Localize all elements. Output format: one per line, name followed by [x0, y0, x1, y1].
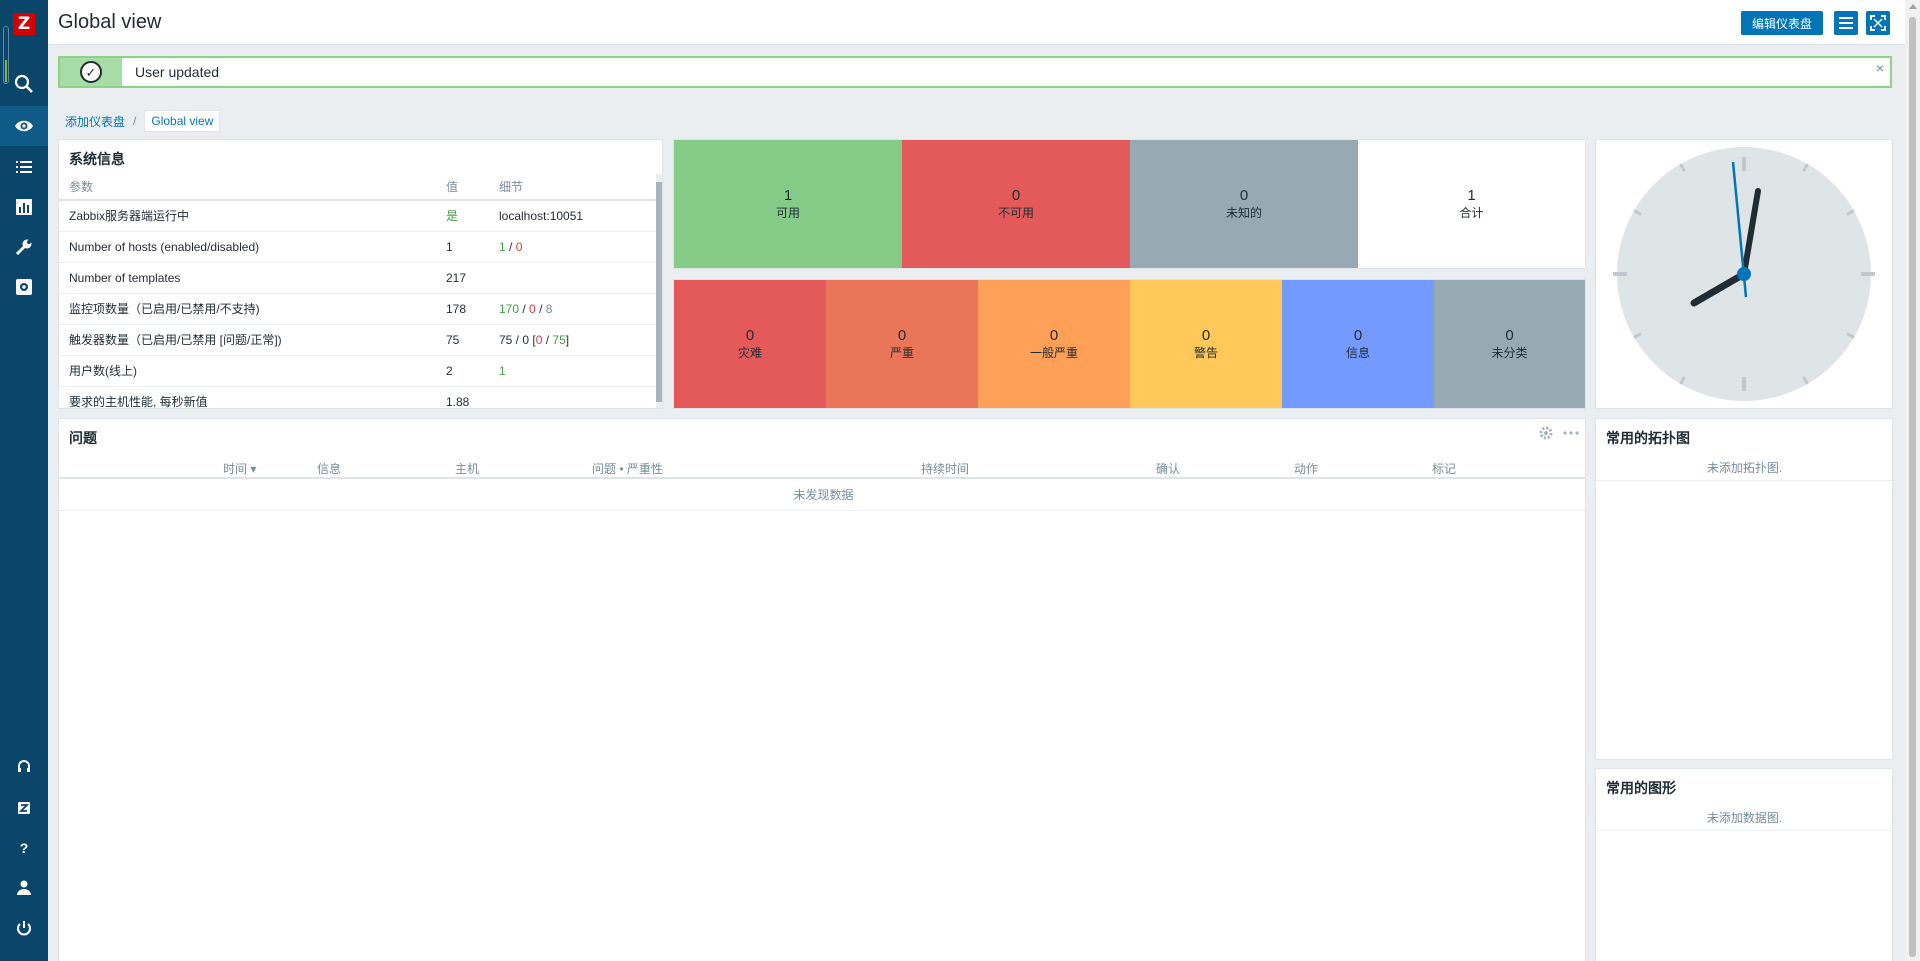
widget-title: 常用的拓扑图: [1606, 430, 1690, 446]
tile-available[interactable]: 1 可用: [674, 140, 902, 268]
favorite-graphs-widget: 常用的图形 未添加数据图.: [1595, 768, 1893, 961]
favorite-maps-widget: 常用的拓扑图 未添加拓扑图.: [1595, 418, 1893, 760]
page-title: Global view: [58, 11, 162, 33]
tile-unknown[interactable]: 0 未知的: [1130, 140, 1358, 268]
admin-gear-icon[interactable]: [0, 267, 48, 307]
help-icon[interactable]: ?: [0, 828, 48, 868]
tile-high[interactable]: 0 严重: [826, 280, 978, 408]
problems-widget: 问题 时间 ▾ 信息 主机 问题 • 严重性 持续时间 确认 动作 标记 未发现…: [58, 418, 1586, 961]
breadcrumb-current[interactable]: Global view: [144, 110, 221, 132]
wrench-icon[interactable]: [0, 227, 48, 267]
table-row: Number of hosts (enabled/disabled) 1 1 /…: [59, 231, 656, 263]
support-headset-icon[interactable]: [0, 747, 48, 787]
monitoring-eye-icon[interactable]: [0, 106, 48, 146]
page-scrollbar-thumb[interactable]: [1909, 17, 1916, 957]
column-actions: 动作: [1294, 462, 1319, 476]
success-message: ✓ User updated ×: [58, 56, 1892, 88]
no-maps-message: 未添加拓扑图.: [1596, 455, 1892, 481]
host-availability-widget: 1 可用 0 不可用 0 未知的 1 合计: [673, 139, 1586, 269]
widget-scrollbar[interactable]: [656, 174, 662, 408]
tile-disaster[interactable]: 0 灾难: [674, 280, 826, 408]
logout-power-icon[interactable]: [0, 908, 48, 948]
table-row: Number of templates 217: [59, 262, 656, 294]
table-row: 要求的主机性能, 每秒新值 1.88: [59, 386, 656, 408]
system-info-widget: 系统信息 参数 值 细节 Zabbix服务器端运行中 是 localhost:1…: [58, 139, 663, 409]
tile-average[interactable]: 0 一般严重: [978, 280, 1130, 408]
sidebar: Z ?: [0, 0, 48, 961]
close-icon[interactable]: ×: [1876, 60, 1884, 76]
column-header-details: 细节: [489, 174, 656, 201]
breadcrumb: 添加仪表盘 / Global view: [65, 110, 221, 132]
tile-unavailable[interactable]: 0 不可用: [902, 140, 1130, 268]
table-row: 用户数(线上) 2 1: [59, 355, 656, 387]
page-scrollbar[interactable]: [1905, 0, 1920, 961]
table-row: Zabbix服务器端运行中 是 localhost:10051: [59, 200, 656, 232]
breadcrumb-parent-link[interactable]: 添加仪表盘: [65, 113, 125, 130]
problems-table-header: 时间 ▾ 信息 主机 问题 • 严重性 持续时间 确认 动作 标记: [59, 453, 1585, 479]
table-row: 触发器数量（已启用/已禁用 [问题/正常]) 75 75 / 0 [0 / 75…: [59, 324, 656, 356]
column-header-param: 参数: [59, 174, 436, 201]
no-data-message: 未发现数据: [59, 479, 1585, 511]
zabbix-logo[interactable]: Z: [13, 13, 35, 35]
tile-warning[interactable]: 0 警告: [1130, 280, 1282, 408]
page-header: Global view 编辑仪表盘: [48, 0, 1905, 45]
fullscreen-icon[interactable]: [1866, 11, 1890, 35]
column-tags: 标记: [1432, 462, 1457, 476]
column-info: 信息: [317, 462, 342, 476]
menu-icon[interactable]: [1834, 11, 1858, 35]
search-icon[interactable]: [0, 64, 48, 104]
zabbix-share-icon[interactable]: [0, 788, 48, 828]
tile-total[interactable]: 1 合计: [1358, 140, 1585, 268]
clock-widget: [1595, 139, 1893, 409]
analog-clock: [1613, 147, 1875, 401]
column-duration: 持续时间: [921, 462, 970, 476]
reports-chart-icon[interactable]: [0, 187, 48, 227]
tile-not-classified[interactable]: 0 未分类: [1434, 280, 1585, 408]
widget-title: 问题: [69, 430, 97, 446]
system-info-table: 参数 值 细节 Zabbix服务器端运行中 是 localhost:10051 …: [59, 174, 656, 408]
list-icon[interactable]: [0, 147, 48, 187]
clock-center: [1737, 267, 1751, 281]
more-options-icon[interactable]: [1563, 426, 1579, 443]
column-header-value: 值: [436, 174, 489, 201]
user-icon[interactable]: [0, 868, 48, 908]
breadcrumb-separator: /: [133, 114, 137, 128]
widget-title: 常用的图形: [1606, 780, 1676, 796]
column-time[interactable]: 时间 ▾: [223, 460, 256, 477]
table-row: 监控项数量（已启用/已禁用/不支持) 178 170 / 0 / 8: [59, 293, 656, 325]
column-problem-severity: 问题 • 严重性: [592, 462, 663, 476]
column-host: 主机: [455, 462, 480, 476]
message-text: User updated: [135, 64, 220, 80]
column-ack: 确认: [1156, 462, 1181, 476]
edit-dashboard-button[interactable]: 编辑仪表盘: [1741, 11, 1823, 35]
success-check-icon: ✓: [60, 58, 122, 86]
tile-information[interactable]: 0 信息: [1282, 280, 1434, 408]
gear-icon[interactable]: [1539, 426, 1553, 443]
no-graphs-message: 未添加数据图.: [1596, 805, 1892, 831]
problems-by-severity-widget: 0 灾难 0 严重 0 一般严重 0 警告 0 信息 0 未分类: [673, 279, 1586, 409]
widget-title: 系统信息: [69, 151, 125, 167]
scroll-up-arrow-icon[interactable]: [1909, 4, 1917, 9]
